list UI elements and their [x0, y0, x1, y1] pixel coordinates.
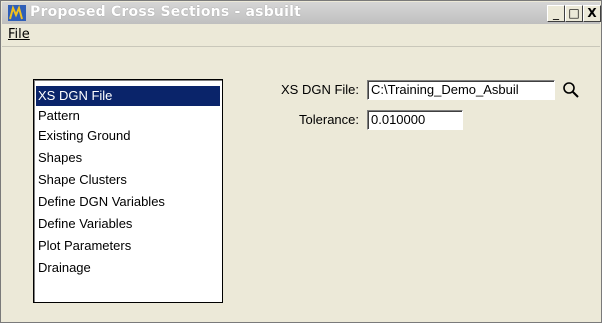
title-bar[interactable]: Proposed Cross Sections - asbuilt _ □ X — [2, 2, 601, 24]
tolerance-label: Tolerance: — [299, 112, 359, 127]
maximize-button[interactable]: □ — [565, 5, 583, 22]
xs-dgn-file-label: XS DGN File: — [280, 82, 359, 97]
list-item-define-dgn-variables[interactable]: Define DGN Variables — [36, 192, 220, 212]
dialog-window: Proposed Cross Sections - asbuilt _ □ X … — [0, 0, 602, 323]
menu-file[interactable]: File — [8, 27, 30, 42]
list-item-drainage[interactable]: Drainage — [36, 258, 220, 278]
list-item-existing-ground[interactable]: Existing Ground — [36, 126, 220, 146]
search-icon[interactable] — [561, 80, 581, 100]
menu-file-label: File — [8, 27, 30, 42]
window-title: Proposed Cross Sections - asbuilt — [30, 4, 301, 20]
list-item-pattern[interactable]: Pattern — [36, 106, 220, 126]
list-item-xs-dgn-file[interactable]: XS DGN File — [36, 86, 220, 106]
menu-bar: File — [2, 24, 600, 47]
list-item-shapes[interactable]: Shapes — [36, 148, 220, 168]
list-item-define-variables[interactable]: Define Variables — [36, 214, 220, 234]
close-button[interactable]: X — [583, 5, 601, 22]
minimize-button[interactable]: _ — [547, 5, 565, 22]
section-list[interactable]: XS DGN File Pattern Existing Ground Shap… — [33, 79, 223, 303]
xs-dgn-file-input[interactable]: C:\Training_Demo_Asbuil — [367, 80, 555, 100]
app-icon — [8, 4, 26, 21]
tolerance-input[interactable]: 0.010000 — [367, 110, 463, 130]
list-item-shape-clusters[interactable]: Shape Clusters — [36, 170, 220, 190]
list-item-plot-parameters[interactable]: Plot Parameters — [36, 236, 220, 256]
